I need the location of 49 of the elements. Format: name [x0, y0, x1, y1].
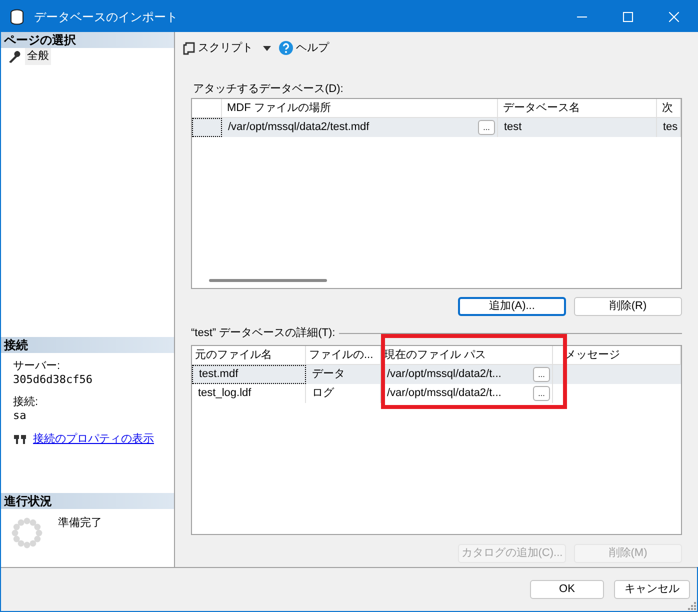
column-header: 現在のファイル パス [384, 349, 486, 361]
table-cell-text: /var/opt/mssql/data2/test.mdf [228, 120, 370, 136]
dialog-button[interactable]: キャンセル [614, 580, 690, 599]
group-label: アタッチするデータベース(D): [193, 82, 344, 97]
browse-button[interactable]: ... [533, 386, 550, 401]
table-cell-text: test.mdf [199, 367, 240, 382]
action-button[interactable]: 追加(A)... [458, 297, 566, 316]
column-header: 元のファイル名 [195, 349, 272, 361]
browse-button[interactable]: ... [533, 367, 550, 382]
dropdown-icon [263, 46, 271, 50]
help-icon [279, 41, 293, 55]
server-name: 305d6d38cf56 [13, 373, 94, 386]
browse-button[interactable]: ... [478, 120, 495, 135]
table-cell-text: /var/opt/mssql/data2/t... [387, 367, 502, 382]
status-text: 準備完了 [58, 516, 102, 531]
maximize-icon [623, 12, 633, 22]
table-cell-text: データ [312, 367, 346, 382]
grid-row[interactable]: test_log.ldf ログ /var/opt/mssql/data2/t... ... [192, 384, 681, 403]
action-button[interactable]: 削除(R) [574, 297, 682, 316]
table-cell-text: test_log.ldf [198, 386, 252, 402]
table-cell-text: tes [663, 120, 678, 136]
script-button[interactable]: スクリプト [183, 40, 253, 56]
table-cell-text: test [504, 120, 523, 136]
column-header: 次 [662, 102, 673, 114]
row-header [192, 118, 222, 137]
help-button[interactable]: ヘルプ [279, 40, 329, 56]
grid-row[interactable]: test.mdf データ /var/opt/mssql/data2/t... ... [192, 365, 681, 384]
table-cell-text: /var/opt/mssql/data2/t... [387, 386, 502, 402]
dialog-button[interactable]: OK [530, 580, 604, 599]
database-icon [10, 8, 24, 24]
properties-link[interactable]: 接続のプロパティの表示 [33, 431, 154, 448]
section-header: 進行状況 [1, 493, 174, 509]
spinner-icon [11, 517, 43, 549]
window-title: データベースのインポート [34, 8, 179, 26]
scrollbar-thumb[interactable] [209, 279, 327, 282]
column-header: ファイルの... [309, 349, 374, 361]
server-label: サーバー: [13, 360, 62, 373]
section-header: ページの選択 [1, 32, 174, 48]
column-header: MDF ファイルの場所 [227, 102, 331, 114]
column-header: データベース名 [503, 102, 580, 114]
connection-label: 接続: [13, 396, 40, 409]
grid-row[interactable]: /var/opt/mssql/data2/test.mdf ... test tes [192, 118, 681, 137]
page-item[interactable]: 全般 [25, 48, 51, 65]
section-header: 接続 [1, 337, 174, 353]
close-icon [669, 12, 679, 22]
user-name: sa [13, 409, 28, 422]
table-cell-text: ログ [312, 386, 336, 402]
group-label: “test” データベースの詳細(T): [191, 326, 336, 342]
script-icon [183, 42, 195, 54]
